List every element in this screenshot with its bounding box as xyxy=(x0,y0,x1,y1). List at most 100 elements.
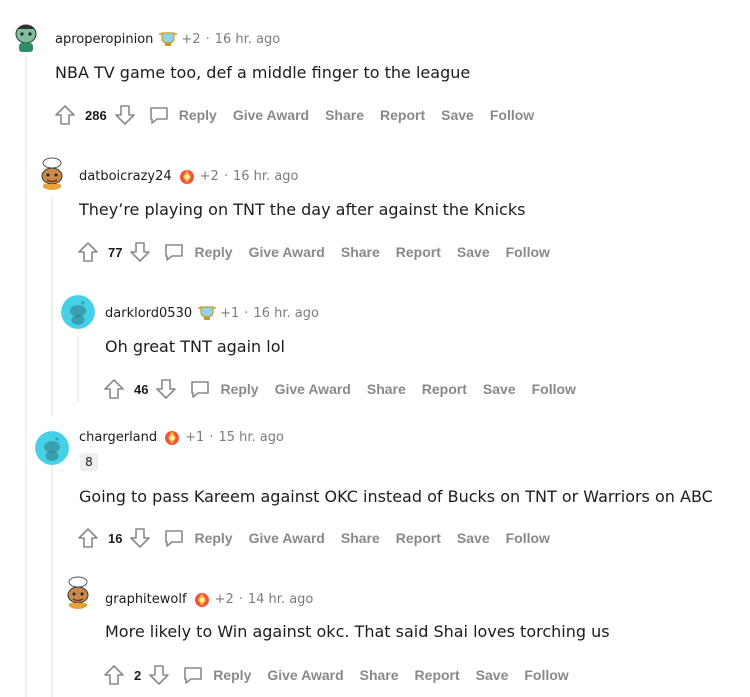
default-snoo-icon xyxy=(35,431,69,465)
vote-score: 16 xyxy=(108,530,123,546)
separator-dot: · xyxy=(244,305,249,321)
separator-dot: · xyxy=(205,31,210,47)
follow-button[interactable]: Follow xyxy=(532,381,576,397)
comment-meta: graphitewolf +2 · 14 hr. ago xyxy=(105,589,313,609)
comment-meta: aproperopinion +2 · 16 hr. ago xyxy=(55,29,280,49)
downvote-icon[interactable] xyxy=(113,103,137,127)
follow-button[interactable]: Follow xyxy=(524,667,568,683)
reply-button[interactable]: Reply xyxy=(220,381,258,397)
thread-line[interactable] xyxy=(51,458,53,697)
comment-body: Going to pass Kareem against OKC instead… xyxy=(79,487,713,506)
reply-button[interactable]: Reply xyxy=(213,667,251,683)
user-flair-badge: 8 xyxy=(80,453,98,471)
share-button[interactable]: Share xyxy=(367,381,406,397)
thread-line[interactable] xyxy=(51,196,53,416)
comment-body: NBA TV game too, def a middle finger to … xyxy=(55,63,471,82)
comment-actions: 16 Reply Give Award Share Report Save Fo… xyxy=(76,523,566,553)
upvote-icon[interactable] xyxy=(76,240,100,264)
give-award-button[interactable]: Give Award xyxy=(249,244,325,260)
separator-dot: · xyxy=(209,429,214,445)
comment-bubble-icon[interactable] xyxy=(181,663,205,687)
karma-count: +1 xyxy=(220,305,240,321)
comment-bubble-icon[interactable] xyxy=(162,240,186,264)
author-link[interactable]: aproperopinion xyxy=(55,32,153,47)
reply-button[interactable]: Reply xyxy=(194,244,232,260)
comment-meta: chargerland +1 · 15 hr. ago xyxy=(79,427,284,447)
comment-actions: 286 Reply Give Award Share Report Save F… xyxy=(53,100,550,130)
upvote-icon[interactable] xyxy=(102,663,126,687)
snoo-avatar-icon xyxy=(9,19,43,53)
downvote-icon[interactable] xyxy=(154,377,178,401)
give-award-button[interactable]: Give Award xyxy=(275,381,351,397)
upvote-icon[interactable] xyxy=(53,103,77,127)
timestamp[interactable]: 16 hr. ago xyxy=(233,169,299,184)
give-award-button[interactable]: Give Award xyxy=(249,530,325,546)
trophy-icon xyxy=(197,304,217,322)
snoo-avatar-icon xyxy=(61,575,95,609)
karma-count: +1 xyxy=(185,429,205,445)
default-snoo-icon xyxy=(61,295,95,329)
avatar[interactable] xyxy=(61,295,95,329)
author-link[interactable]: chargerland xyxy=(79,430,157,445)
save-button[interactable]: Save xyxy=(457,530,490,546)
avatar[interactable] xyxy=(35,431,69,465)
report-button[interactable]: Report xyxy=(396,244,441,260)
reply-button[interactable]: Reply xyxy=(179,107,217,123)
share-button[interactable]: Share xyxy=(360,667,399,683)
karma-count: +2 xyxy=(214,591,234,607)
vote-score: 77 xyxy=(108,244,123,260)
comment-body: Oh great TNT again lol xyxy=(105,337,285,356)
comment-bubble-icon[interactable] xyxy=(188,377,212,401)
vote-score: 46 xyxy=(134,381,149,397)
snoo-avatar-icon xyxy=(35,156,69,190)
author-link[interactable]: graphitewolf xyxy=(105,592,187,607)
avatar[interactable] xyxy=(9,19,43,53)
report-button[interactable]: Report xyxy=(380,107,425,123)
upvote-icon[interactable] xyxy=(76,526,100,550)
downvote-icon[interactable] xyxy=(128,526,152,550)
report-button[interactable]: Report xyxy=(396,530,441,546)
downvote-icon[interactable] xyxy=(147,663,171,687)
comment-body: They’re playing on TNT the day after aga… xyxy=(79,200,526,219)
save-button[interactable]: Save xyxy=(457,244,490,260)
timestamp[interactable]: 16 hr. ago xyxy=(253,306,319,321)
share-button[interactable]: Share xyxy=(341,244,380,260)
share-button[interactable]: Share xyxy=(325,107,364,123)
save-button[interactable]: Save xyxy=(483,381,516,397)
comment-actions: 2 Reply Give Award Share Report Save Fol… xyxy=(102,660,585,690)
follow-button[interactable]: Follow xyxy=(506,530,550,546)
share-button[interactable]: Share xyxy=(341,530,380,546)
timestamp[interactable]: 15 hr. ago xyxy=(218,430,284,445)
fire-award-icon xyxy=(162,428,182,446)
follow-button[interactable]: Follow xyxy=(490,107,534,123)
reply-button[interactable]: Reply xyxy=(194,530,232,546)
comment-bubble-icon[interactable] xyxy=(162,526,186,550)
save-button[interactable]: Save xyxy=(476,667,509,683)
author-link[interactable]: datboicrazy24 xyxy=(79,169,172,184)
downvote-icon[interactable] xyxy=(128,240,152,264)
give-award-button[interactable]: Give Award xyxy=(233,107,309,123)
thread-line[interactable] xyxy=(25,56,27,697)
comment-actions: 77 Reply Give Award Share Report Save Fo… xyxy=(76,237,566,267)
avatar[interactable] xyxy=(35,156,69,190)
save-button[interactable]: Save xyxy=(441,107,474,123)
report-button[interactable]: Report xyxy=(415,667,460,683)
comment-actions: 46 Reply Give Award Share Report Save Fo… xyxy=(102,374,592,404)
thread-line[interactable] xyxy=(77,336,79,402)
author-link[interactable]: darklord0530 xyxy=(105,306,192,321)
timestamp[interactable]: 16 hr. ago xyxy=(215,32,281,47)
give-award-button[interactable]: Give Award xyxy=(267,667,343,683)
comment-bubble-icon[interactable] xyxy=(147,103,171,127)
upvote-icon[interactable] xyxy=(102,377,126,401)
timestamp[interactable]: 14 hr. ago xyxy=(248,592,314,607)
comment-body: More likely to Win against okc. That sai… xyxy=(105,622,610,641)
fire-award-icon xyxy=(177,167,197,185)
avatar[interactable] xyxy=(61,575,95,609)
trophy-icon xyxy=(158,30,178,48)
comment-meta: darklord0530 +1 · 16 hr. ago xyxy=(105,303,319,323)
follow-button[interactable]: Follow xyxy=(506,244,550,260)
report-button[interactable]: Report xyxy=(422,381,467,397)
vote-score: 286 xyxy=(85,107,107,123)
karma-count: +2 xyxy=(181,31,201,47)
separator-dot: · xyxy=(238,591,243,607)
